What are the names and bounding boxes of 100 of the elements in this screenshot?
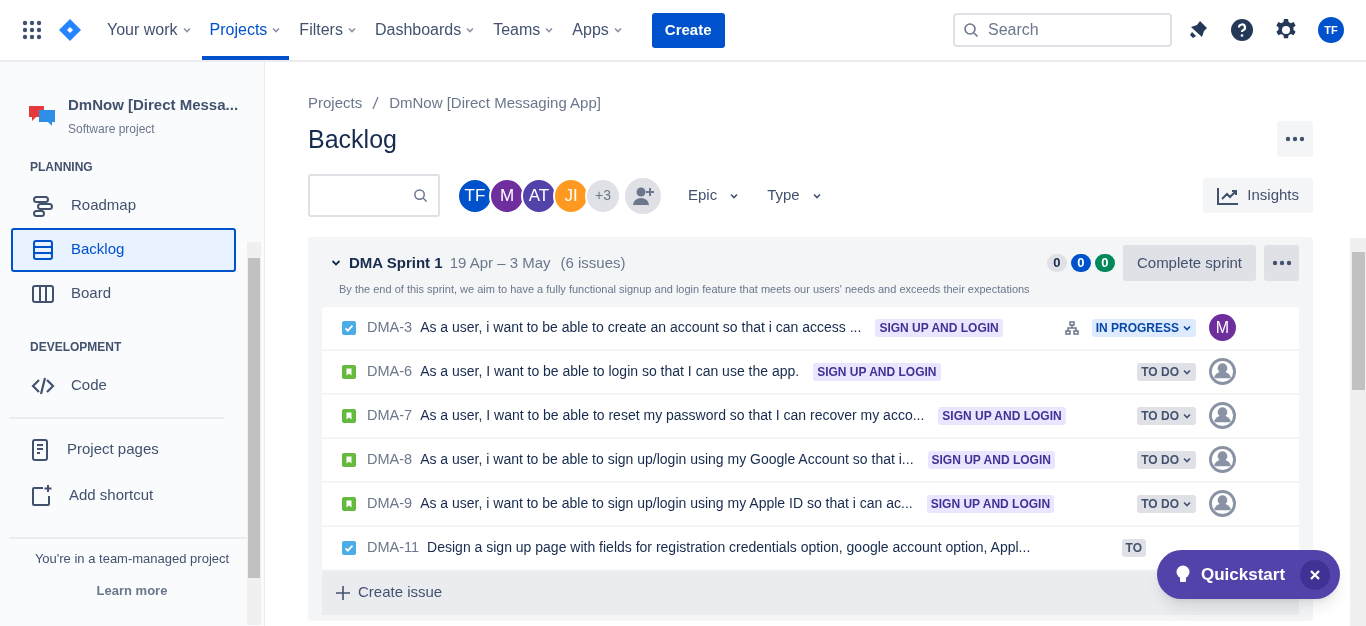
sidebar-item[interactable]: Code [11,363,236,408]
status-dropdown[interactable]: TO [1121,538,1146,557]
project-type: Software project [68,120,156,138]
issue-key[interactable]: DMA-9 [367,492,413,515]
issue-count: (6 issues) [560,252,626,273]
more-actions-button[interactable] [1277,121,1313,158]
more-avatars-count[interactable]: +3 [585,177,621,214]
epic-tag[interactable]: SIGN UP AND LOGIN [875,318,1003,337]
page-title: Backlog [308,123,397,155]
status-dropdown[interactable]: TO DO [1137,450,1196,469]
sidebar-item[interactable]: Backlog [11,227,236,272]
bookmark-icon [342,408,356,423]
issue-key[interactable]: DMA-6 [367,360,413,383]
issue-summary: Design a sign up page with fields for registration credentials option, google account option, Appl... [427,538,1031,557]
sprint-actions-button[interactable] [1264,245,1299,281]
complete-sprint-button[interactable]: Complete sprint [1122,245,1256,281]
sidebar-item[interactable]: Board [11,271,236,316]
issue-key[interactable]: DMA-11 [367,536,420,559]
close-icon [1310,569,1320,580]
status-dropdown[interactable]: TO DO [1137,362,1196,381]
bookmark-icon [342,364,356,379]
issue-key[interactable]: DMA-8 [367,448,413,471]
status-dropdown[interactable]: TO DO [1137,494,1196,513]
team-managed-note: You're in a team-managed project [34,550,230,568]
learn-more-link[interactable]: Learn more [96,580,168,600]
help-icon[interactable] [1230,18,1254,42]
nav-menu-item[interactable]: Teams [485,0,563,60]
epic-tag[interactable]: SIGN UP AND LOGIN [926,494,1055,513]
bookmark-icon [342,452,356,467]
diamond-logo-icon[interactable] [58,18,82,42]
sprint-goal: By the end of this sprint, we aim to have a fully functional signup and login feature that meets our users' needs and exceeds their expectations [339,282,1031,297]
app-grid-icon[interactable] [22,20,42,40]
status-dropdown[interactable]: IN PROGRESS [1091,318,1196,337]
nav-menu-item[interactable]: Dashboards [366,0,484,60]
add-shortcut-icon [30,483,52,508]
add-person-icon [632,185,654,206]
chevron-icon [612,25,623,35]
sidebar-item[interactable]: Roadmap [11,183,236,228]
close-button[interactable] [1300,559,1330,590]
filter-dropdown[interactable]: Epic [687,184,741,207]
nav-menu-item[interactable]: Apps [564,0,631,60]
project-name: DmNow [Direct Messa... [68,95,239,115]
user-avatar[interactable]: TF [1318,17,1344,43]
issue-summary: As a user, I want to be able to login so that I can use the app. [420,362,800,381]
collapse-chevron-icon[interactable] [331,258,341,268]
epic-tag[interactable]: SIGN UP AND LOGIN [813,362,941,381]
unassigned-avatar-icon[interactable] [1209,402,1236,429]
sprint-name: DMA Sprint 1 [349,252,443,273]
scrollbar[interactable] [1350,238,1366,626]
scrollbar[interactable] [247,241,261,625]
nav-menu-item[interactable]: Filters [291,0,365,60]
issue-row[interactable]: DMA-8 As a user, i want to be able to sign up/login using my Google Account so that i... SIGN UP AND LOGIN TO DO [322,438,1299,483]
search-field[interactable]: Search [953,13,1172,47]
line-chart-icon [1217,186,1240,205]
epic-tag[interactable]: SIGN UP AND LOGIN [938,406,1066,425]
add-people-button[interactable] [625,177,661,214]
breadcrumb-separator-icon [372,96,380,111]
issue-key[interactable]: DMA-3 [367,316,413,339]
chevron-icon [271,25,282,35]
create-button[interactable]: Create [651,12,725,48]
issue-row[interactable]: DMA-6 As a user, I want to be able to login so that I can use the app. SIGN UP AND LOGIN TO DO [322,350,1299,395]
checkbox-icon [342,540,356,555]
more-icon [1271,260,1292,266]
issue-summary: As a user, I want to be able to reset my password so that I can recover my acco... [420,406,925,425]
issue-summary: As a user, i want to be able to sign up/login using my Google Account so that i... [420,450,914,469]
backlog-search-field[interactable] [308,174,440,217]
filter-dropdown[interactable]: Type [766,184,823,207]
nav-menu-item[interactable]: Your work [99,0,200,60]
issue-row[interactable]: DMA-3 As a user, i want to be able to create an account so that i can access ... SIGN UP AND LOGIN IN PROGRESS M [322,306,1299,351]
sidebar-link[interactable]: Add shortcut [0,472,264,519]
issue-row[interactable]: DMA-9 As a user, i want to be able to sign up/login using my Apple ID so that i can ac... SIGN UP AND LOGIN TO DO [322,482,1299,527]
lightbulb-icon [1175,564,1191,585]
unassigned-avatar-icon[interactable] [1209,490,1236,517]
epic-tag[interactable]: SIGN UP AND LOGIN [927,450,1055,469]
section-heading: DEVELOPMENT [29,338,123,356]
insights-button[interactable]: Insights [1203,178,1313,213]
assignee-avatar[interactable]: M [489,177,525,214]
breadcrumb-link[interactable]: Projects [308,92,363,115]
checkbox-icon [342,320,356,335]
status-count-badge: 0 [1094,254,1115,272]
issue-key[interactable]: DMA-7 [367,404,413,427]
sidebar-link[interactable]: Project pages [0,426,264,473]
search-icon [413,188,428,203]
plus-icon [336,585,350,600]
assignee-avatar[interactable]: M [1209,314,1236,341]
backlog-icon [31,237,55,262]
unassigned-avatar-icon[interactable] [1209,358,1236,385]
search-icon [963,22,979,38]
chevron-icon [465,25,476,35]
assignee-avatar[interactable]: AT [521,177,557,214]
sprint-dates: 19 Apr – 3 May [449,252,551,273]
issue-row[interactable]: DMA-7 As a user, I want to be able to reset my password so that I can recover my acco... SIGN UP AND LOGIN TO DO [322,394,1299,439]
roadmap-icon [31,193,55,218]
status-count-badge: 0 [1046,254,1067,272]
breadcrumb-link[interactable]: DmNow [Direct Messaging App] [389,92,601,115]
status-dropdown[interactable]: TO DO [1137,406,1196,425]
assignee-avatar[interactable]: TF [457,177,493,214]
quickstart-button[interactable]: Quickstart [1157,550,1340,599]
issue-summary: As a user, i want to be able to create an account so that i can access ... [420,318,862,337]
unassigned-avatar-icon[interactable] [1209,446,1236,473]
